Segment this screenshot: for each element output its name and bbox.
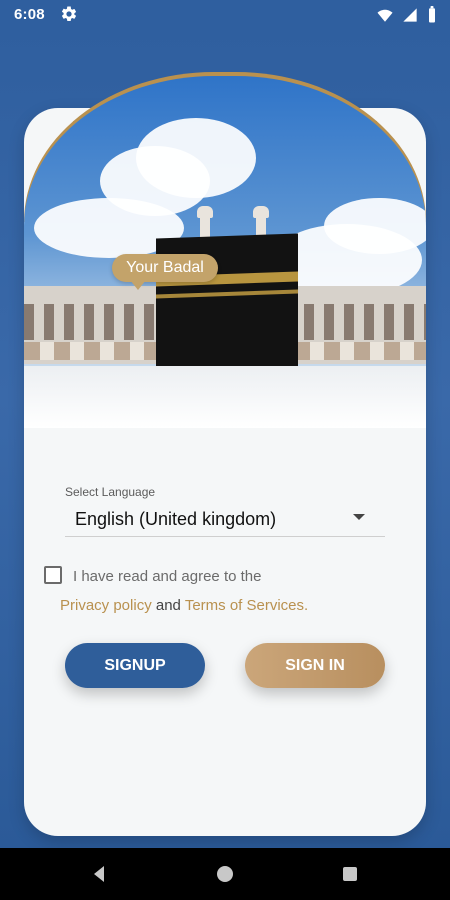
policy-links-row: Privacy policy and Terms of Services. — [60, 597, 308, 614]
gear-icon — [61, 6, 77, 21]
signal-icon — [403, 8, 417, 22]
terms-link[interactable]: Terms of Services. — [185, 597, 308, 614]
status-right-icons — [376, 6, 438, 24]
your-badal-badge: Your Badal — [112, 254, 218, 290]
and-text: and — [155, 597, 181, 614]
battery-icon — [429, 6, 435, 23]
selected-language: English (United kingdom) — [75, 509, 277, 529]
courtyard-ground — [24, 366, 426, 428]
privacy-policy-link[interactable]: Privacy policy — [60, 597, 152, 614]
signup-button[interactable]: SIGNUP — [65, 643, 205, 688]
signin-button[interactable]: SIGN IN — [245, 643, 385, 688]
status-bar: 6:08 — [0, 0, 450, 30]
agree-text: I have read and agree to the — [73, 568, 262, 585]
recents-icon[interactable] — [338, 862, 362, 886]
dropdown-arrow-icon — [353, 514, 365, 520]
wifi-icon — [377, 9, 393, 22]
kaaba-hero-image — [24, 76, 426, 428]
back-icon[interactable] — [88, 862, 112, 886]
agree-checkbox[interactable] — [44, 566, 62, 584]
select-language-label: Select Language — [65, 485, 156, 499]
android-nav-bar — [0, 848, 450, 900]
status-time: 6:08 — [14, 6, 45, 23]
home-icon[interactable] — [213, 862, 237, 886]
cloud-5 — [324, 198, 426, 254]
language-select[interactable]: English (United kingdom) — [65, 502, 385, 537]
agree-row: I have read and agree to the — [44, 566, 404, 592]
